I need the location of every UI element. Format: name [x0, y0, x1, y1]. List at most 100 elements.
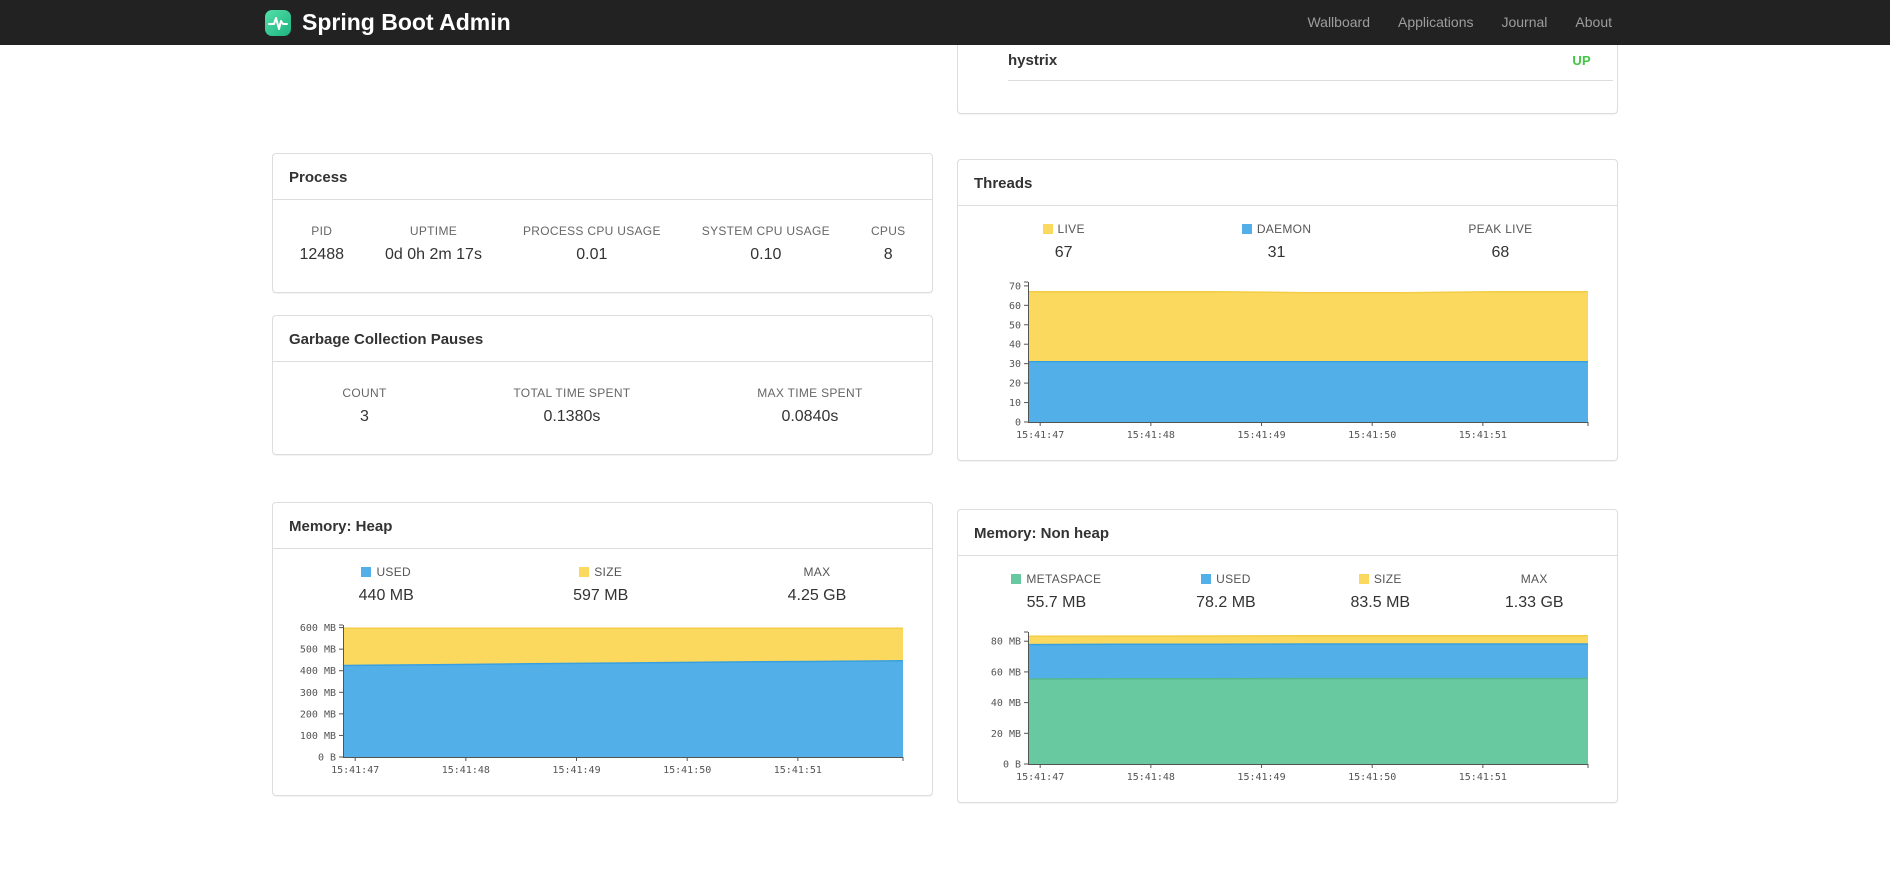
- svg-text:15:41:47: 15:41:47: [1016, 430, 1064, 441]
- svg-text:40 MB: 40 MB: [991, 698, 1021, 709]
- gc-metrics: COUNT 3 TOTAL TIME SPENT 0.1380s MAX TIM…: [273, 362, 932, 454]
- gc-panel: Garbage Collection Pauses COUNT 3 TOTAL …: [272, 315, 933, 455]
- live-swatch-icon: [1042, 224, 1053, 234]
- size-swatch-icon: [1358, 574, 1369, 584]
- threads-area-chart: 0 10 20 30 40 50 60 70 15:41:47 15:41:48 15:41:49 1…: [1009, 281, 1589, 441]
- svg-text:40: 40: [1009, 340, 1021, 351]
- svg-text:50: 50: [1009, 320, 1021, 331]
- health-panel-partial: hystrix UP: [957, 45, 1618, 114]
- metric-value: 12488: [299, 246, 345, 263]
- legend-label: METASPACE: [1026, 572, 1102, 586]
- memory-nonheap-panel: Memory: Non heap METASPACE 55.7 MB USED …: [957, 509, 1618, 803]
- process-panel-title: Process: [273, 154, 932, 200]
- svg-text:500 MB: 500 MB: [300, 645, 336, 656]
- daemon-swatch-icon: [1241, 224, 1252, 234]
- legend-item-live: LIVE 67: [1042, 222, 1085, 262]
- nonheap-chart-wrap: 0 B 20 MB 40 MB 60 MB 80 MB 15:41:47 15:41:48 1…: [958, 614, 1617, 802]
- svg-text:15:41:49: 15:41:49: [552, 765, 600, 776]
- size-swatch-icon: [579, 567, 590, 577]
- metric-system-cpu: SYSTEM CPU USAGE 0.10: [702, 224, 830, 264]
- nav-item-journal[interactable]: Journal: [1487, 0, 1561, 45]
- legend-label: SIZE: [594, 565, 623, 579]
- health-indicator-name: hystrix: [1008, 52, 1058, 69]
- metric-cpus: CPUS 8: [871, 224, 906, 264]
- svg-text:20 MB: 20 MB: [991, 729, 1021, 740]
- heap-chart-wrap: 0 B 100 MB 200 MB 300 MB 400 MB 500 MB 600 MB 1…: [273, 607, 932, 795]
- legend-label: MAX: [803, 565, 831, 579]
- metric-value: 3: [360, 408, 369, 425]
- svg-text:0: 0: [1015, 418, 1021, 429]
- process-metrics: PID 12488 UPTIME 0d 0h 2m 17s PROCESS CP…: [273, 200, 932, 292]
- legend-item-max: MAX 1.33 GB: [1505, 572, 1564, 612]
- process-panel: Process PID 12488 UPTIME 0d 0h 2m 17s PR…: [272, 153, 933, 293]
- health-row-hystrix: hystrix UP: [1008, 45, 1613, 81]
- metric-uptime: UPTIME 0d 0h 2m 17s: [385, 224, 482, 264]
- svg-text:15:41:48: 15:41:48: [1127, 772, 1175, 783]
- legend-value: 31: [1267, 244, 1286, 261]
- metric-gc-count: COUNT 3: [342, 386, 386, 426]
- svg-text:200 MB: 200 MB: [300, 709, 336, 720]
- navbar-inner: Spring Boot Admin Wallboard Applications…: [264, 0, 1626, 45]
- svg-text:15:41:50: 15:41:50: [663, 765, 711, 776]
- legend-value: 83.5 MB: [1350, 594, 1411, 611]
- metric-label: CPUS: [870, 224, 906, 238]
- svg-text:15:41:48: 15:41:48: [1127, 430, 1175, 441]
- nav-item-about[interactable]: About: [1561, 0, 1626, 45]
- nonheap-legend: METASPACE 55.7 MB USED 78.2 MB SIZE 83.5…: [958, 556, 1617, 614]
- svg-text:10: 10: [1009, 398, 1021, 409]
- legend-label: DAEMON: [1256, 222, 1312, 236]
- legend-item-metaspace: METASPACE 55.7 MB: [1011, 572, 1101, 612]
- used-swatch-icon: [1201, 574, 1212, 584]
- nav-item-applications[interactable]: Applications: [1384, 0, 1488, 45]
- metric-label: TOTAL TIME SPENT: [513, 386, 631, 400]
- memory-heap-panel-title: Memory: Heap: [273, 503, 932, 549]
- legend-value: 440 MB: [358, 587, 414, 604]
- metric-label: PID: [311, 224, 333, 238]
- heap-area-chart: 0 B 100 MB 200 MB 300 MB 400 MB 500 MB 600 MB 1…: [300, 623, 904, 776]
- legend-label: USED: [376, 565, 411, 579]
- legend-item-peak-live: PEAK LIVE 68: [1468, 222, 1532, 262]
- legend-item-max: MAX 4.25 GB: [788, 565, 847, 605]
- heap-legend: USED 440 MB SIZE 597 MB MAX 4.25 GB: [273, 549, 932, 607]
- memory-heap-panel: Memory: Heap USED 440 MB SIZE 597 MB MAX…: [272, 502, 933, 796]
- svg-text:15:41:51: 15:41:51: [774, 765, 822, 776]
- svg-text:80 MB: 80 MB: [991, 637, 1021, 648]
- metric-gc-total-time: TOTAL TIME SPENT 0.1380s: [513, 386, 630, 426]
- used-swatch-icon: [361, 567, 372, 577]
- metric-value: 0.0840s: [781, 408, 839, 425]
- svg-text:15:41:49: 15:41:49: [1237, 430, 1285, 441]
- metric-value: 0.01: [576, 246, 608, 263]
- gc-panel-title: Garbage Collection Pauses: [273, 316, 932, 362]
- svg-text:15:41:49: 15:41:49: [1237, 772, 1285, 783]
- metric-label: SYSTEM CPU USAGE: [701, 224, 830, 238]
- metric-pid: PID 12488: [300, 224, 345, 264]
- brand-title: Spring Boot Admin: [302, 9, 511, 35]
- metric-value: 0.1380s: [543, 408, 601, 425]
- right-column: hystrix UP Threads LIVE 67 DAEMON 31 PEA…: [957, 45, 1618, 803]
- svg-text:70: 70: [1009, 281, 1021, 292]
- legend-value: 4.25 GB: [787, 587, 847, 604]
- legend-value: 1.33 GB: [1504, 594, 1564, 611]
- metric-label: COUNT: [342, 386, 387, 400]
- legend-label: USED: [1216, 572, 1251, 586]
- svg-text:300 MB: 300 MB: [300, 688, 336, 699]
- metric-label: UPTIME: [409, 224, 458, 238]
- brand-link[interactable]: Spring Boot Admin: [264, 9, 511, 37]
- nav-links: Wallboard Applications Journal About: [1293, 0, 1626, 45]
- left-column: Process PID 12488 UPTIME 0d 0h 2m 17s PR…: [272, 45, 933, 796]
- svg-text:100 MB: 100 MB: [300, 731, 336, 742]
- metric-process-cpu: PROCESS CPU USAGE 0.01: [523, 224, 661, 264]
- metric-value: 0d 0h 2m 17s: [385, 246, 482, 263]
- svg-text:30: 30: [1009, 359, 1021, 370]
- navbar: Spring Boot Admin Wallboard Applications…: [0, 0, 1890, 45]
- legend-value: 68: [1491, 244, 1510, 261]
- svg-text:400 MB: 400 MB: [300, 666, 336, 677]
- threads-legend: LIVE 67 DAEMON 31 PEAK LIVE 68: [958, 206, 1617, 264]
- svg-text:0 B: 0 B: [318, 753, 336, 764]
- threads-chart-wrap: 0 10 20 30 40 50 60 70 15:41:47 15:41:48 15:41:49 1…: [958, 264, 1617, 460]
- nav-item-wallboard[interactable]: Wallboard: [1293, 0, 1384, 45]
- memory-nonheap-panel-title: Memory: Non heap: [958, 510, 1617, 556]
- svg-text:0 B: 0 B: [1003, 760, 1021, 771]
- threads-panel: Threads LIVE 67 DAEMON 31 PEAK LIVE 68 0…: [957, 159, 1618, 461]
- svg-text:15:41:47: 15:41:47: [331, 765, 379, 776]
